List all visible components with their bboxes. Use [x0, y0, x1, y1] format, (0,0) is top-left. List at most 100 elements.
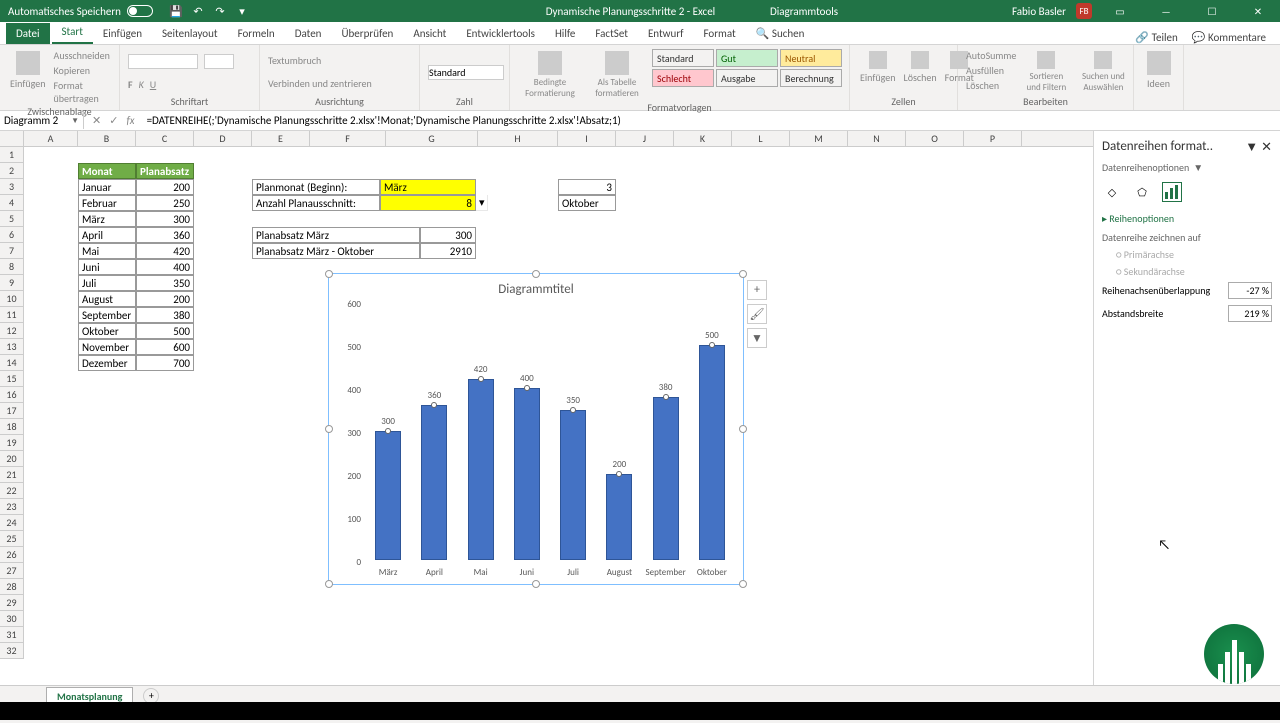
- style-schlecht[interactable]: Schlecht: [652, 69, 714, 87]
- col-header[interactable]: A: [24, 131, 78, 146]
- sort-filter[interactable]: Sortieren und Filtern: [1022, 49, 1070, 95]
- row-header[interactable]: 31: [0, 627, 24, 643]
- col-header[interactable]: O: [906, 131, 964, 146]
- redo-icon[interactable]: ↷: [213, 4, 227, 18]
- format-painter[interactable]: Format übertragen: [54, 79, 111, 105]
- user-badge[interactable]: FB: [1076, 3, 1092, 19]
- cell[interactable]: Oktober: [78, 323, 136, 339]
- cell[interactable]: Planabsatz März - Oktober: [252, 243, 420, 259]
- cell[interactable]: Planabsatz: [136, 163, 194, 179]
- maximize-button[interactable]: ☐: [1194, 0, 1230, 22]
- italic-button[interactable]: K: [139, 78, 144, 91]
- row-header[interactable]: 21: [0, 467, 24, 483]
- col-header[interactable]: D: [194, 131, 252, 146]
- col-header[interactable]: C: [136, 131, 194, 146]
- cell[interactable]: Anzahl Planausschnitt:: [252, 195, 380, 211]
- col-header[interactable]: H: [478, 131, 558, 146]
- clear[interactable]: Löschen: [966, 79, 1016, 92]
- row-header[interactable]: 24: [0, 515, 24, 531]
- tab-insert[interactable]: Einfügen: [93, 23, 152, 44]
- col-header[interactable]: I: [558, 131, 616, 146]
- row-header[interactable]: 17: [0, 403, 24, 419]
- chart-bar[interactable]: [560, 410, 586, 561]
- row-header[interactable]: 16: [0, 387, 24, 403]
- qat-more-icon[interactable]: ▾: [235, 4, 249, 18]
- col-header[interactable]: K: [674, 131, 732, 146]
- series-options-icon[interactable]: [1162, 182, 1182, 202]
- cell[interactable]: Mai: [78, 243, 136, 259]
- tab-file[interactable]: Datei: [6, 23, 50, 44]
- chart-title[interactable]: Diagrammtitel: [329, 274, 743, 301]
- cell[interactable]: 3: [558, 179, 616, 195]
- user-name[interactable]: Fabio Basler: [1012, 5, 1066, 18]
- row-header[interactable]: 14: [0, 355, 24, 371]
- cell[interactable]: 2910: [420, 243, 476, 259]
- cell[interactable]: Dezember: [78, 355, 136, 371]
- cell[interactable]: Januar: [78, 179, 136, 195]
- tab-start[interactable]: Start: [52, 21, 93, 44]
- row-header[interactable]: 19: [0, 435, 24, 451]
- col-header[interactable]: G: [386, 131, 478, 146]
- chart-bar[interactable]: [421, 405, 447, 560]
- row-header[interactable]: 9: [0, 275, 24, 291]
- row-header[interactable]: 5: [0, 211, 24, 227]
- ribbon-mode-icon[interactable]: ▭: [1102, 0, 1138, 22]
- row-header[interactable]: 25: [0, 531, 24, 547]
- row-header[interactable]: 27: [0, 563, 24, 579]
- tab-formulas[interactable]: Formeln: [228, 23, 285, 44]
- row-header[interactable]: 29: [0, 595, 24, 611]
- save-icon[interactable]: 💾: [169, 4, 183, 18]
- chart-bar[interactable]: [468, 379, 494, 560]
- col-header[interactable]: L: [732, 131, 790, 146]
- row-header[interactable]: 13: [0, 339, 24, 355]
- row-header[interactable]: 7: [0, 243, 24, 259]
- tab-data[interactable]: Daten: [285, 23, 332, 44]
- row-header[interactable]: 28: [0, 579, 24, 595]
- style-gut[interactable]: Gut: [716, 49, 778, 67]
- delete-cells[interactable]: Löschen: [902, 49, 939, 95]
- chart-bar[interactable]: [514, 388, 540, 560]
- font-size[interactable]: [204, 54, 234, 69]
- confirm-formula-icon[interactable]: ✓: [109, 114, 118, 127]
- col-header[interactable]: J: [616, 131, 674, 146]
- cond-format[interactable]: Bedingte Formatierung: [518, 49, 582, 101]
- style-berechnung[interactable]: Berechnung: [780, 69, 842, 87]
- chart-bar[interactable]: [653, 397, 679, 560]
- cell[interactable]: 380: [136, 307, 194, 323]
- cell[interactable]: 500: [136, 323, 194, 339]
- tab-help[interactable]: Hilfe: [545, 23, 585, 44]
- comments-button[interactable]: 💬 Kommentare: [1192, 31, 1266, 44]
- col-header[interactable]: M: [790, 131, 848, 146]
- row-header[interactable]: 3: [0, 179, 24, 195]
- spreadsheet[interactable]: ABCDEFGHIJKLMNOP 12345678910111213141516…: [0, 131, 1094, 685]
- fill[interactable]: Ausfüllen: [966, 64, 1016, 77]
- col-header[interactable]: N: [848, 131, 906, 146]
- pane-subtitle[interactable]: Datenreihenoptionen: [1102, 161, 1189, 174]
- row-header[interactable]: 6: [0, 227, 24, 243]
- name-box[interactable]: Diagramm 2▼: [0, 112, 84, 129]
- chart-plot[interactable]: 0100200300400500600300März360April420Mai…: [365, 304, 733, 560]
- row-header[interactable]: 2: [0, 163, 24, 179]
- row-header[interactable]: 22: [0, 483, 24, 499]
- cell[interactable]: ▾: [476, 195, 488, 211]
- copy-button[interactable]: Kopieren: [54, 64, 111, 77]
- underline-button[interactable]: U: [150, 78, 156, 91]
- cell[interactable]: März: [78, 211, 136, 227]
- chart-bar[interactable]: [375, 431, 401, 560]
- cell[interactable]: 700: [136, 355, 194, 371]
- cell[interactable]: 360: [136, 227, 194, 243]
- share-button[interactable]: 🔗 Teilen: [1135, 31, 1177, 44]
- format-table[interactable]: Als Tabelle formatieren: [588, 49, 646, 101]
- row-header[interactable]: 32: [0, 643, 24, 659]
- chart-elements-button[interactable]: +: [747, 280, 767, 300]
- cell[interactable]: Juni: [78, 259, 136, 275]
- cell[interactable]: 300: [136, 211, 194, 227]
- style-standard[interactable]: Standard: [652, 49, 714, 67]
- effects-icon[interactable]: ⬠: [1132, 182, 1152, 202]
- cell[interactable]: 8: [380, 195, 476, 211]
- cell[interactable]: 350: [136, 275, 194, 291]
- autosum[interactable]: AutoSumme: [966, 49, 1016, 62]
- cell[interactable]: 600: [136, 339, 194, 355]
- cell[interactable]: Planmonat (Beginn):: [252, 179, 380, 195]
- tab-view[interactable]: Ansicht: [403, 23, 456, 44]
